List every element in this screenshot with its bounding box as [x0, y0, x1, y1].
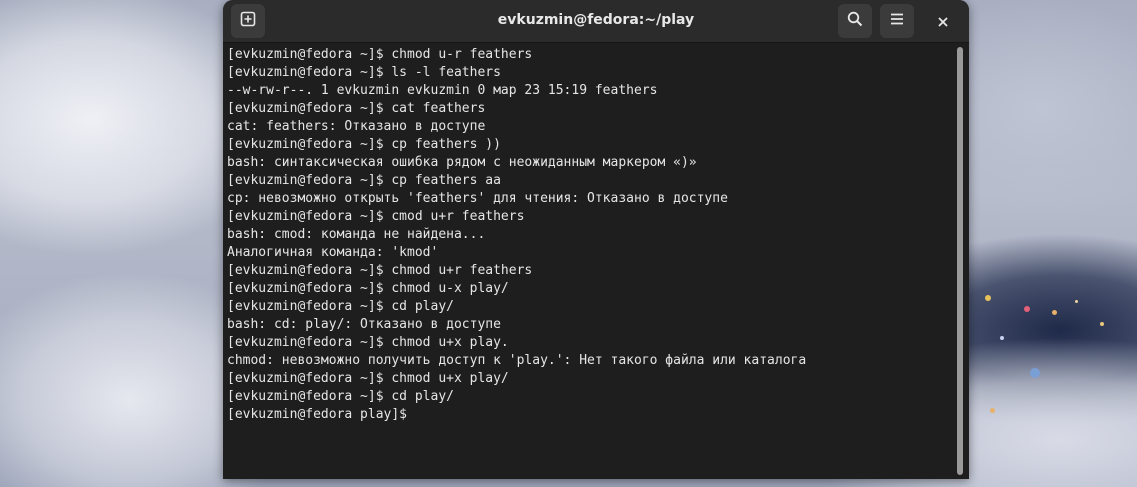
wallpaper-star — [1052, 310, 1057, 315]
wallpaper-star — [1024, 306, 1030, 312]
terminal-line: [evkuzmin@fedora ~]$ chmod u+x play. — [227, 335, 509, 350]
terminal-line: [evkuzmin@fedora ~]$ cd play/ — [227, 299, 454, 314]
search-button[interactable] — [838, 4, 872, 38]
menu-button[interactable] — [880, 4, 914, 38]
scrollbar[interactable] — [956, 47, 964, 475]
terminal-line: bash: cd: play/: Отказано в доступе — [227, 317, 501, 332]
terminal-line: [evkuzmin@fedora ~]$ cat feathers — [227, 101, 486, 116]
terminal-output[interactable]: [evkuzmin@fedora ~]$ chmod u-r feathers [… — [227, 46, 951, 474]
close-button[interactable] — [931, 10, 955, 34]
new-tab-button[interactable] — [231, 4, 265, 38]
terminal-line: --w-rw-r--. 1 evkuzmin evkuzmin 0 мар 23… — [227, 83, 658, 98]
terminal-line: [evkuzmin@fedora ~]$ ls -l feathers — [227, 65, 501, 80]
terminal-line: bash: cmod: команда не найдена... — [227, 227, 486, 242]
wallpaper-star — [1075, 300, 1078, 303]
terminal-line: Аналогичная команда: 'kmod' — [227, 245, 439, 260]
terminal-line: cat: feathers: Отказано в доступе — [227, 119, 486, 134]
terminal-line: cp: невозможно открыть 'feathers' для чт… — [227, 191, 728, 206]
close-icon — [937, 13, 949, 32]
title-bar[interactable]: evkuzmin@fedora:~/play — [223, 0, 969, 43]
terminal-line: [evkuzmin@fedora ~]$ cd play/ — [227, 389, 454, 404]
wallpaper-star — [1000, 336, 1004, 340]
terminal-line: [evkuzmin@fedora ~]$ cp feathers )) — [227, 137, 501, 152]
wallpaper-star — [1030, 368, 1040, 378]
terminal-line: [evkuzmin@fedora ~]$ chmod u+r feathers — [227, 263, 533, 278]
terminal-line: [evkuzmin@fedora ~]$ chmod u+x play/ — [227, 371, 509, 386]
terminal-line: [evkuzmin@fedora ~]$ cmod u+r feathers — [227, 209, 525, 224]
wallpaper-star — [990, 408, 995, 413]
terminal-line: [evkuzmin@fedora ~]$ chmod u-r feathers — [227, 47, 533, 62]
search-icon — [847, 11, 863, 31]
terminal-prompt-line[interactable]: [evkuzmin@fedora play]$ — [227, 406, 951, 424]
new-tab-icon — [240, 11, 256, 31]
terminal-window: evkuzmin@fedora:~/play [evkuzmin@fedora … — [223, 0, 969, 479]
terminal-line: chmod: невозможно получить доступ к 'pla… — [227, 353, 807, 368]
terminal-line: [evkuzmin@fedora ~]$ chmod u-x play/ — [227, 281, 509, 296]
hamburger-menu-icon — [889, 11, 905, 31]
wallpaper-star — [1100, 322, 1104, 326]
terminal-line: bash: синтаксическая ошибка рядом с неож… — [227, 155, 697, 170]
wallpaper-star — [985, 295, 991, 301]
scrollbar-thumb[interactable] — [957, 47, 963, 475]
terminal-line: [evkuzmin@fedora ~]$ cp feathers aa — [227, 173, 501, 188]
